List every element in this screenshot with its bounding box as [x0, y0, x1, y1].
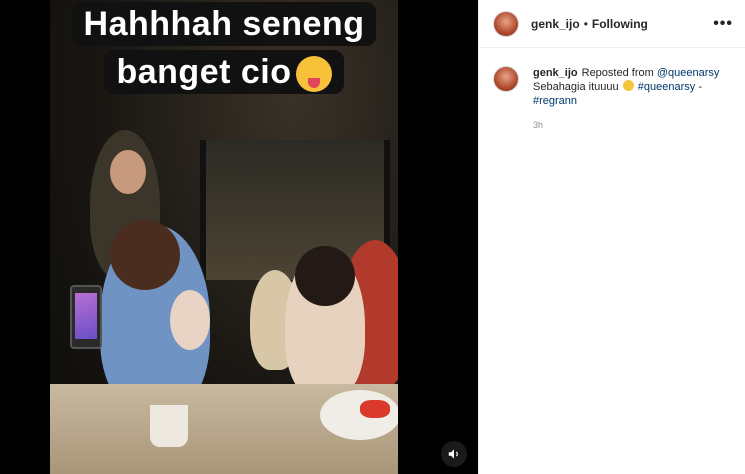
post-header: genk_ijo • Following •••	[479, 0, 745, 48]
woman-hair	[110, 220, 180, 290]
more-options-icon[interactable]: •••	[713, 15, 733, 33]
comment-body: genk_ijo Reposted from @queenarsy Sebahag…	[533, 66, 719, 132]
hashtag-link-1[interactable]: #queenarsy	[638, 81, 696, 93]
hashtag-link-2[interactable]: #regrann	[533, 95, 577, 107]
phone-in-hand	[70, 285, 102, 349]
comment-message: Sebahagia ituuuu	[533, 81, 619, 93]
squinting-tongue-emoji-icon	[295, 56, 332, 93]
post-sidebar: genk_ijo • Following ••• genk_ijo Reposte…	[478, 0, 745, 474]
comment-dash: -	[698, 81, 702, 93]
video-frame[interactable]: Hahhhah seneng banget cio	[50, 0, 398, 474]
girl-hair	[295, 246, 355, 306]
caption-line-2-text: banget cio	[116, 53, 292, 91]
plate	[320, 390, 398, 440]
cup	[150, 405, 188, 447]
reposted-text: Reposted from	[581, 67, 654, 79]
woman-face	[110, 150, 146, 194]
grinning-emoji-icon	[622, 80, 634, 91]
speaker-icon	[448, 449, 458, 459]
baby	[170, 290, 210, 350]
sound-toggle-button[interactable]	[441, 441, 467, 467]
avatar[interactable]	[493, 10, 519, 37]
header-separator: •	[583, 16, 588, 31]
following-button[interactable]: Following	[592, 17, 648, 31]
header-username[interactable]: genk_ijo	[531, 17, 580, 31]
caption-line-1: Hahhhah seneng	[71, 2, 377, 46]
mention-link[interactable]: @queenarsy	[657, 67, 720, 79]
video-caption: Hahhhah seneng banget cio	[50, 0, 398, 100]
caption-comment: genk_ijo Reposted from @queenarsy Sebahag…	[479, 48, 745, 132]
caption-line-2: banget cio	[104, 50, 344, 94]
post-timestamp[interactable]: 3h	[533, 118, 719, 132]
post-media[interactable]: Hahhhah seneng banget cio	[0, 0, 478, 474]
comment-avatar[interactable]	[493, 66, 519, 92]
comment-username[interactable]: genk_ijo	[533, 67, 578, 79]
